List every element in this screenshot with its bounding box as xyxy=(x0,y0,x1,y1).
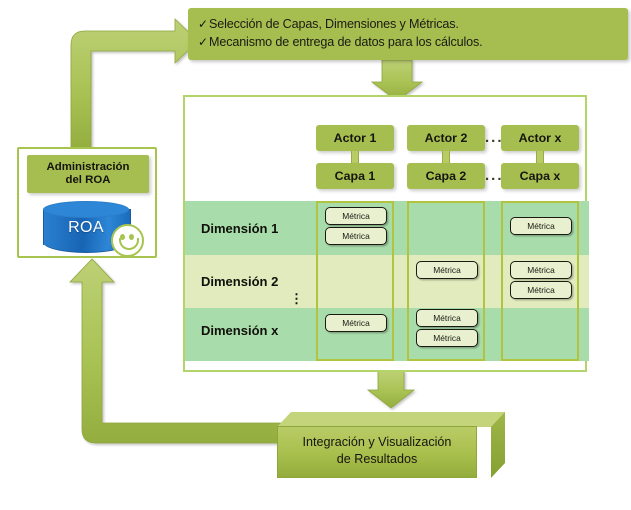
capa-column-1 xyxy=(316,201,394,361)
actor-label-1: Actor 1 xyxy=(333,131,377,145)
results-line-2: de Resultados xyxy=(336,452,418,466)
metric-chip[interactable]: Métrica xyxy=(325,314,387,332)
cylinder-top xyxy=(43,201,129,218)
capa-box-1[interactable]: Capa 1 xyxy=(316,163,394,189)
admin-title-box: Administración del ROA xyxy=(27,155,149,193)
metric-chip[interactable]: Métrica xyxy=(325,227,387,245)
check-icon: ✓ xyxy=(198,17,208,31)
requirements-list: ✓Selección de Capas, Dimensiones y Métri… xyxy=(188,8,628,51)
actor-box-3[interactable]: Actor x xyxy=(501,125,579,151)
metric-chip[interactable]: Métrica xyxy=(510,217,572,235)
connector-actor-capa-3 xyxy=(536,151,544,163)
check-icon: ✓ xyxy=(198,35,208,49)
actor-label-2: Actor 2 xyxy=(424,131,468,145)
metric-label: Métrica xyxy=(527,221,555,231)
connector-actor-capa-1 xyxy=(351,151,359,163)
connector-actor-capa-2 xyxy=(442,151,450,163)
smiley-mouth xyxy=(119,238,139,250)
dimension-label-2: Dimensión 2 xyxy=(201,274,279,289)
requirement-item-1: ✓Selección de Capas, Dimensiones y Métri… xyxy=(198,15,628,33)
arrow-matrix-to-results xyxy=(366,370,416,409)
capa-box-3[interactable]: Capa x xyxy=(501,163,579,189)
metric-chip[interactable]: Métrica xyxy=(510,281,572,299)
metric-label: Métrica xyxy=(433,333,461,343)
results-box-text: Integración y Visualización de Resultado… xyxy=(277,434,477,468)
capa-label-1: Capa 1 xyxy=(334,169,376,183)
dimension-label-1: Dimensión 1 xyxy=(201,221,279,236)
actor-box-1[interactable]: Actor 1 xyxy=(316,125,394,151)
metric-chip[interactable]: Métrica xyxy=(510,261,572,279)
capa-box-2[interactable]: Capa 2 xyxy=(407,163,485,189)
dimension-label-3: Dimensión x xyxy=(201,323,279,338)
arrow-admin-to-requirements xyxy=(70,18,199,151)
metric-chip[interactable]: Métrica xyxy=(325,207,387,225)
metric-label: Métrica xyxy=(527,265,555,275)
actor-label-3: Actor x xyxy=(518,131,562,145)
requirements-panel: ✓Selección de Capas, Dimensiones y Métri… xyxy=(188,8,628,60)
roa-administration-panel: Administración del ROA ROA xyxy=(17,147,157,258)
capa-label-3: Capa x xyxy=(519,169,561,183)
smiley-face-icon xyxy=(111,224,144,257)
matrix-container: Dimensión 1 Dimensión 2 ⋮ Dimensión x Ac… xyxy=(183,95,589,372)
metric-label: Métrica xyxy=(433,265,461,275)
requirement-text-2: Mecanismo de entrega de datos para los c… xyxy=(209,35,483,49)
metric-label: Métrica xyxy=(342,318,370,328)
metric-label: Métrica xyxy=(433,313,461,323)
metric-chip[interactable]: Métrica xyxy=(416,329,478,347)
diagram-canvas: ✓Selección de Capas, Dimensiones y Métri… xyxy=(0,0,631,510)
results-box: Integración y Visualización de Resultado… xyxy=(277,412,505,478)
capa-label-2: Capa 2 xyxy=(425,169,467,183)
results-box-top xyxy=(277,412,505,427)
results-line-1: Integración y Visualización xyxy=(302,435,452,449)
requirement-text-1: Selección de Capas, Dimensiones y Métric… xyxy=(209,17,459,31)
metric-label: Métrica xyxy=(342,231,370,241)
admin-title-text: Administración del ROA xyxy=(47,161,130,188)
metric-chip[interactable]: Métrica xyxy=(416,309,478,327)
metric-label: Métrica xyxy=(342,211,370,221)
admin-title-line1: Administración xyxy=(46,160,130,173)
actor-box-2[interactable]: Actor 2 xyxy=(407,125,485,151)
vertical-ellipsis: ⋮ xyxy=(290,291,303,306)
admin-title-line2: del ROA xyxy=(65,174,111,186)
requirement-item-2: ✓Mecanismo de entrega de datos para los … xyxy=(198,33,628,51)
metric-label: Métrica xyxy=(527,285,555,295)
metric-chip[interactable]: Métrica xyxy=(416,261,478,279)
